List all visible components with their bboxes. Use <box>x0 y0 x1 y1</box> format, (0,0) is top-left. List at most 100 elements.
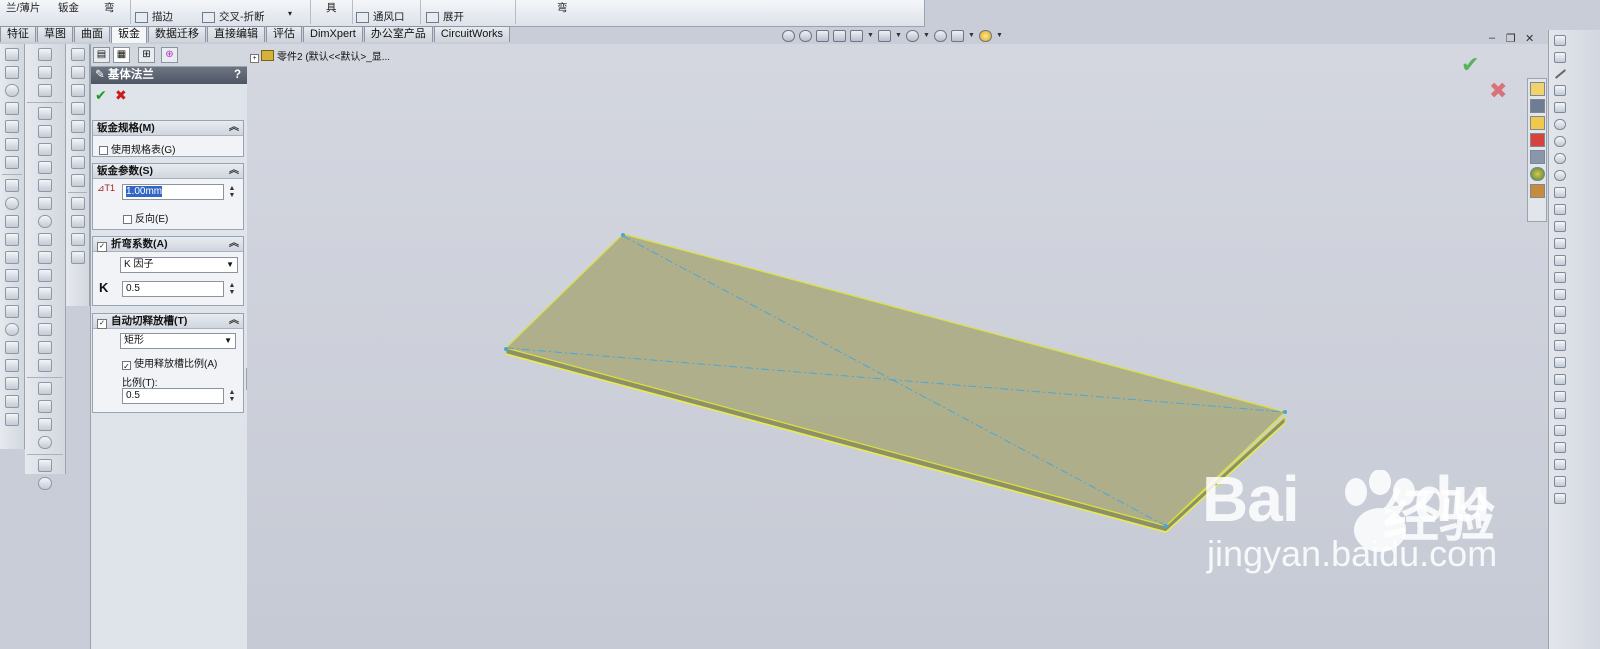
text-icon[interactable] <box>1554 221 1566 232</box>
shell-icon[interactable] <box>5 233 19 246</box>
restore-icon[interactable]: ❐ <box>1506 32 1516 45</box>
pattern-icon[interactable] <box>5 341 19 354</box>
tab-office-products[interactable]: 办公室产品 <box>363 26 433 42</box>
repair-sketch-icon[interactable] <box>1554 357 1566 368</box>
rectangle-icon[interactable] <box>1554 85 1566 96</box>
smart-dimension-icon[interactable] <box>1554 52 1566 63</box>
circle-icon[interactable] <box>1554 119 1566 130</box>
rip-icon[interactable] <box>38 269 52 282</box>
closed-corner-icon[interactable] <box>38 197 52 210</box>
appearances-icon[interactable] <box>1529 167 1545 181</box>
confirm-corner-ok-icon[interactable]: ✔ <box>1461 52 1479 78</box>
ribbon-item-bend2[interactable]: 弯 <box>557 0 568 15</box>
feature-manager-tab-icon[interactable]: ▤ <box>93 47 110 63</box>
tab-direct-editing[interactable]: 直接编辑 <box>207 26 265 42</box>
flex-icon[interactable] <box>5 305 19 318</box>
ribbon-dropdown-icon[interactable]: ▾ <box>288 9 292 18</box>
fillet-icon[interactable] <box>5 179 19 192</box>
point-icon[interactable] <box>1554 204 1566 215</box>
jog-icon[interactable] <box>38 161 52 174</box>
linear-pattern-icon[interactable] <box>1554 306 1566 317</box>
convert-icon[interactable] <box>38 66 52 79</box>
fillet-sketch-icon[interactable] <box>1554 187 1566 198</box>
checkbox-box[interactable] <box>123 215 132 224</box>
miter-flange-icon[interactable] <box>38 125 52 138</box>
confirm-corner-cancel-icon[interactable]: ✖ <box>1489 78 1507 104</box>
ribbon-item-flange[interactable]: 兰/薄片 <box>6 0 40 15</box>
break-corner-icon[interactable] <box>38 251 52 264</box>
base-flange-icon[interactable] <box>38 48 52 61</box>
group-checkbox[interactable]: ✓ <box>97 319 107 329</box>
thickness-spinner[interactable]: ▲ ▼ <box>227 185 237 199</box>
expand-plus-icon[interactable]: + <box>250 54 259 63</box>
dome-icon[interactable] <box>5 287 19 300</box>
cut-revolve-icon[interactable] <box>5 156 19 169</box>
use-gauge-table-checkbox[interactable]: 使用规格表(G) <box>99 141 175 156</box>
collapse-chevron-icon[interactable]: ︽ <box>229 314 239 328</box>
ribbon-item-tools[interactable]: 具 <box>326 0 337 15</box>
shaded-sketch-icon[interactable] <box>1554 425 1566 436</box>
hole-icon[interactable] <box>5 359 19 372</box>
lofted-bend-icon[interactable] <box>38 84 52 97</box>
loft-icon[interactable] <box>5 102 19 115</box>
centerline-icon[interactable] <box>1554 459 1566 470</box>
ribbon-item-sheetmetal[interactable]: 钣金 <box>58 0 79 15</box>
reverse-direction-checkbox[interactable]: 反向(E) <box>123 210 168 225</box>
ratio-spinner[interactable]: ▲ ▼ <box>227 389 237 403</box>
collapse-chevron-icon[interactable]: ︽ <box>229 237 239 251</box>
relations-icon[interactable] <box>70 233 85 246</box>
tab-evaluate[interactable]: 评估 <box>266 26 302 42</box>
configuration-manager-tab-icon[interactable]: ⊞ <box>138 47 155 63</box>
tab-dimxpert[interactable]: DimXpert <box>303 26 363 42</box>
chevron-down-icon[interactable]: ▼ <box>867 30 874 42</box>
search-icon[interactable] <box>1529 133 1545 147</box>
sketch-tool-icon[interactable] <box>70 197 85 210</box>
forming-tool-icon[interactable] <box>38 215 52 228</box>
top-view-icon[interactable] <box>70 120 85 133</box>
revolve-icon[interactable] <box>5 66 19 79</box>
edge-flange-icon[interactable] <box>38 107 52 120</box>
instant-2d-icon[interactable] <box>1554 408 1566 419</box>
k-factor-spinner[interactable]: ▲ ▼ <box>227 282 237 296</box>
view-settings-icon[interactable] <box>979 30 992 42</box>
chevron-down-icon[interactable]: ▼ <box>895 30 902 42</box>
dimension-icon[interactable] <box>70 215 85 228</box>
spline-icon[interactable] <box>1554 153 1566 164</box>
solidworks-resources-icon[interactable] <box>1529 82 1545 96</box>
chamfer-icon[interactable] <box>5 197 19 210</box>
tab-features[interactable]: 特征 <box>0 26 36 42</box>
mirror-icon[interactable] <box>5 323 19 336</box>
collapse-chevron-icon[interactable]: ︽ <box>229 164 239 178</box>
move-body-icon[interactable] <box>5 377 19 390</box>
dimxpert-manager-tab-icon[interactable]: ⊕ <box>161 47 178 63</box>
use-relief-ratio-checkbox[interactable]: ✓ 使用释放槽比例(A) <box>122 355 217 371</box>
ratio-input[interactable]: 0.5 <box>122 388 224 404</box>
hem-tool-icon[interactable] <box>38 143 52 156</box>
tab-surfaces[interactable]: 曲面 <box>74 26 110 42</box>
chevron-down-icon[interactable]: ▼ <box>968 30 975 42</box>
group-header[interactable]: 钣金规格(M) ︽ <box>93 121 243 136</box>
minimize-icon[interactable]: – <box>1489 32 1495 44</box>
front-view-icon[interactable] <box>70 48 85 61</box>
group-header[interactable]: ✓ 自动切释放槽(T) ︽ <box>93 314 243 329</box>
help-icon[interactable]: ? <box>234 67 241 84</box>
cross-break-tool-icon[interactable] <box>38 459 52 472</box>
file-explorer-icon[interactable] <box>1529 116 1545 130</box>
k-factor-input[interactable]: 0.5 <box>122 281 224 297</box>
vent-tool-icon[interactable] <box>38 287 52 300</box>
extend-icon[interactable] <box>1554 255 1566 266</box>
view-orientation-icon[interactable] <box>850 30 863 42</box>
ribbon-item-hem[interactable]: 描边 <box>135 9 173 24</box>
back-view-icon[interactable] <box>70 66 85 79</box>
close-icon[interactable]: ✕ <box>1525 32 1534 45</box>
edit-appearance-icon[interactable] <box>934 30 947 42</box>
group-checkbox[interactable]: ✓ <box>97 242 107 252</box>
chevron-down-icon[interactable]: ▼ <box>996 30 1003 42</box>
extrude-icon[interactable] <box>5 48 19 61</box>
hide-show-items-icon[interactable] <box>906 30 919 42</box>
simple-hole-icon[interactable] <box>38 400 52 413</box>
flatten-icon[interactable] <box>38 341 52 354</box>
section-view-icon[interactable] <box>833 30 846 42</box>
property-manager-tab-icon[interactable]: ▦ <box>113 47 130 63</box>
tab-sketch[interactable]: 草图 <box>37 26 73 42</box>
